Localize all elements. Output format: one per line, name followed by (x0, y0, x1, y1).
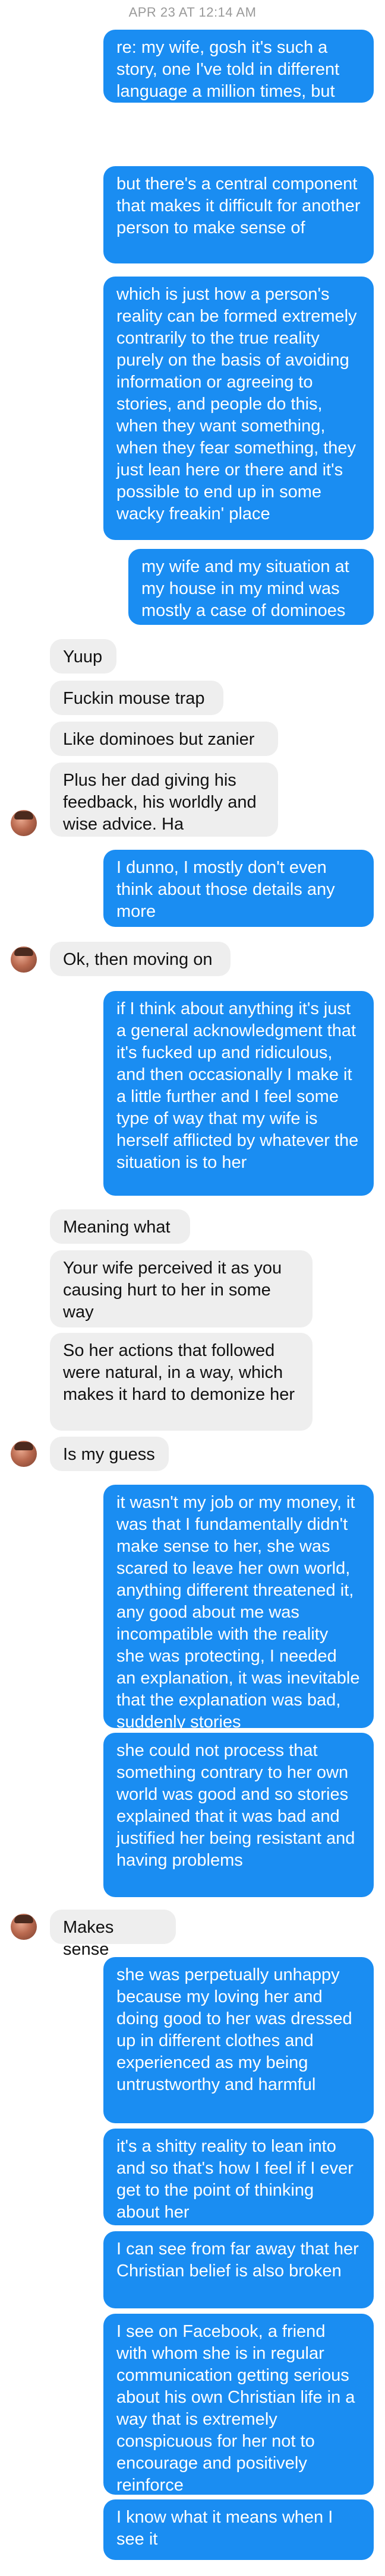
message-bubble-incoming[interactable]: Meaning what (50, 1209, 190, 1244)
message-bubble-outgoing[interactable]: I know what it means when I see it (103, 2499, 374, 2560)
message-bubble-outgoing[interactable]: if I think about anything it's just a ge… (103, 991, 374, 1196)
message-bubble-outgoing[interactable]: I dunno, I mostly don't even think about… (103, 850, 374, 927)
message-bubble-outgoing[interactable]: I see on Facebook, a friend with whom sh… (103, 2314, 374, 2495)
contact-avatar[interactable] (11, 1441, 37, 1467)
contact-avatar[interactable] (11, 810, 37, 836)
message-bubble-incoming[interactable]: Your wife perceived it as you causing hu… (50, 1250, 313, 1327)
message-bubble-outgoing[interactable]: I can see from far away that her Christi… (103, 2231, 374, 2308)
conversation-timestamp: APR 23 AT 12:14 AM (128, 5, 257, 20)
message-bubble-incoming[interactable]: Fuckin mouse trap (50, 681, 223, 715)
user-avatar-icon (14, 1442, 33, 1450)
user-avatar-icon (14, 1915, 33, 1923)
message-bubble-outgoing[interactable]: she was perpetually unhappy because my l… (103, 1957, 374, 2123)
user-avatar-icon (14, 811, 33, 820)
contact-avatar[interactable] (11, 946, 37, 973)
message-bubble-outgoing[interactable]: my wife and my situation at my house in … (128, 549, 374, 625)
user-avatar-icon (14, 948, 33, 956)
message-bubble-outgoing[interactable]: re: my wife, gosh it's such a story, one… (103, 30, 374, 145)
message-bubble-incoming[interactable]: Like dominoes but zanier (50, 722, 278, 756)
message-bubble-incoming[interactable]: Is my guess (50, 1437, 169, 1471)
message-bubble-incoming[interactable]: Ok, then moving on (50, 942, 231, 976)
message-bubble-outgoing[interactable]: which is just how a person's reality can… (103, 277, 374, 540)
message-bubble-incoming[interactable]: So her actions that followed were natura… (50, 1333, 313, 1431)
message-bubble-incoming[interactable]: Plus her dad giving his feedback, his wo… (50, 763, 278, 837)
message-bubble-incoming[interactable]: Makes sense (50, 1910, 176, 1959)
contact-avatar[interactable] (11, 1914, 37, 1940)
message-bubble-outgoing[interactable]: she could not process that something con… (103, 1733, 374, 1897)
message-bubble-outgoing[interactable]: it's a shitty reality to lean into and s… (103, 2129, 374, 2225)
message-bubble-incoming[interactable]: Yuup (50, 639, 116, 674)
message-bubble-outgoing[interactable]: it wasn't my job or my money, it was tha… (103, 1485, 374, 1732)
message-bubble-outgoing[interactable]: but there's a central component that mak… (103, 166, 374, 263)
